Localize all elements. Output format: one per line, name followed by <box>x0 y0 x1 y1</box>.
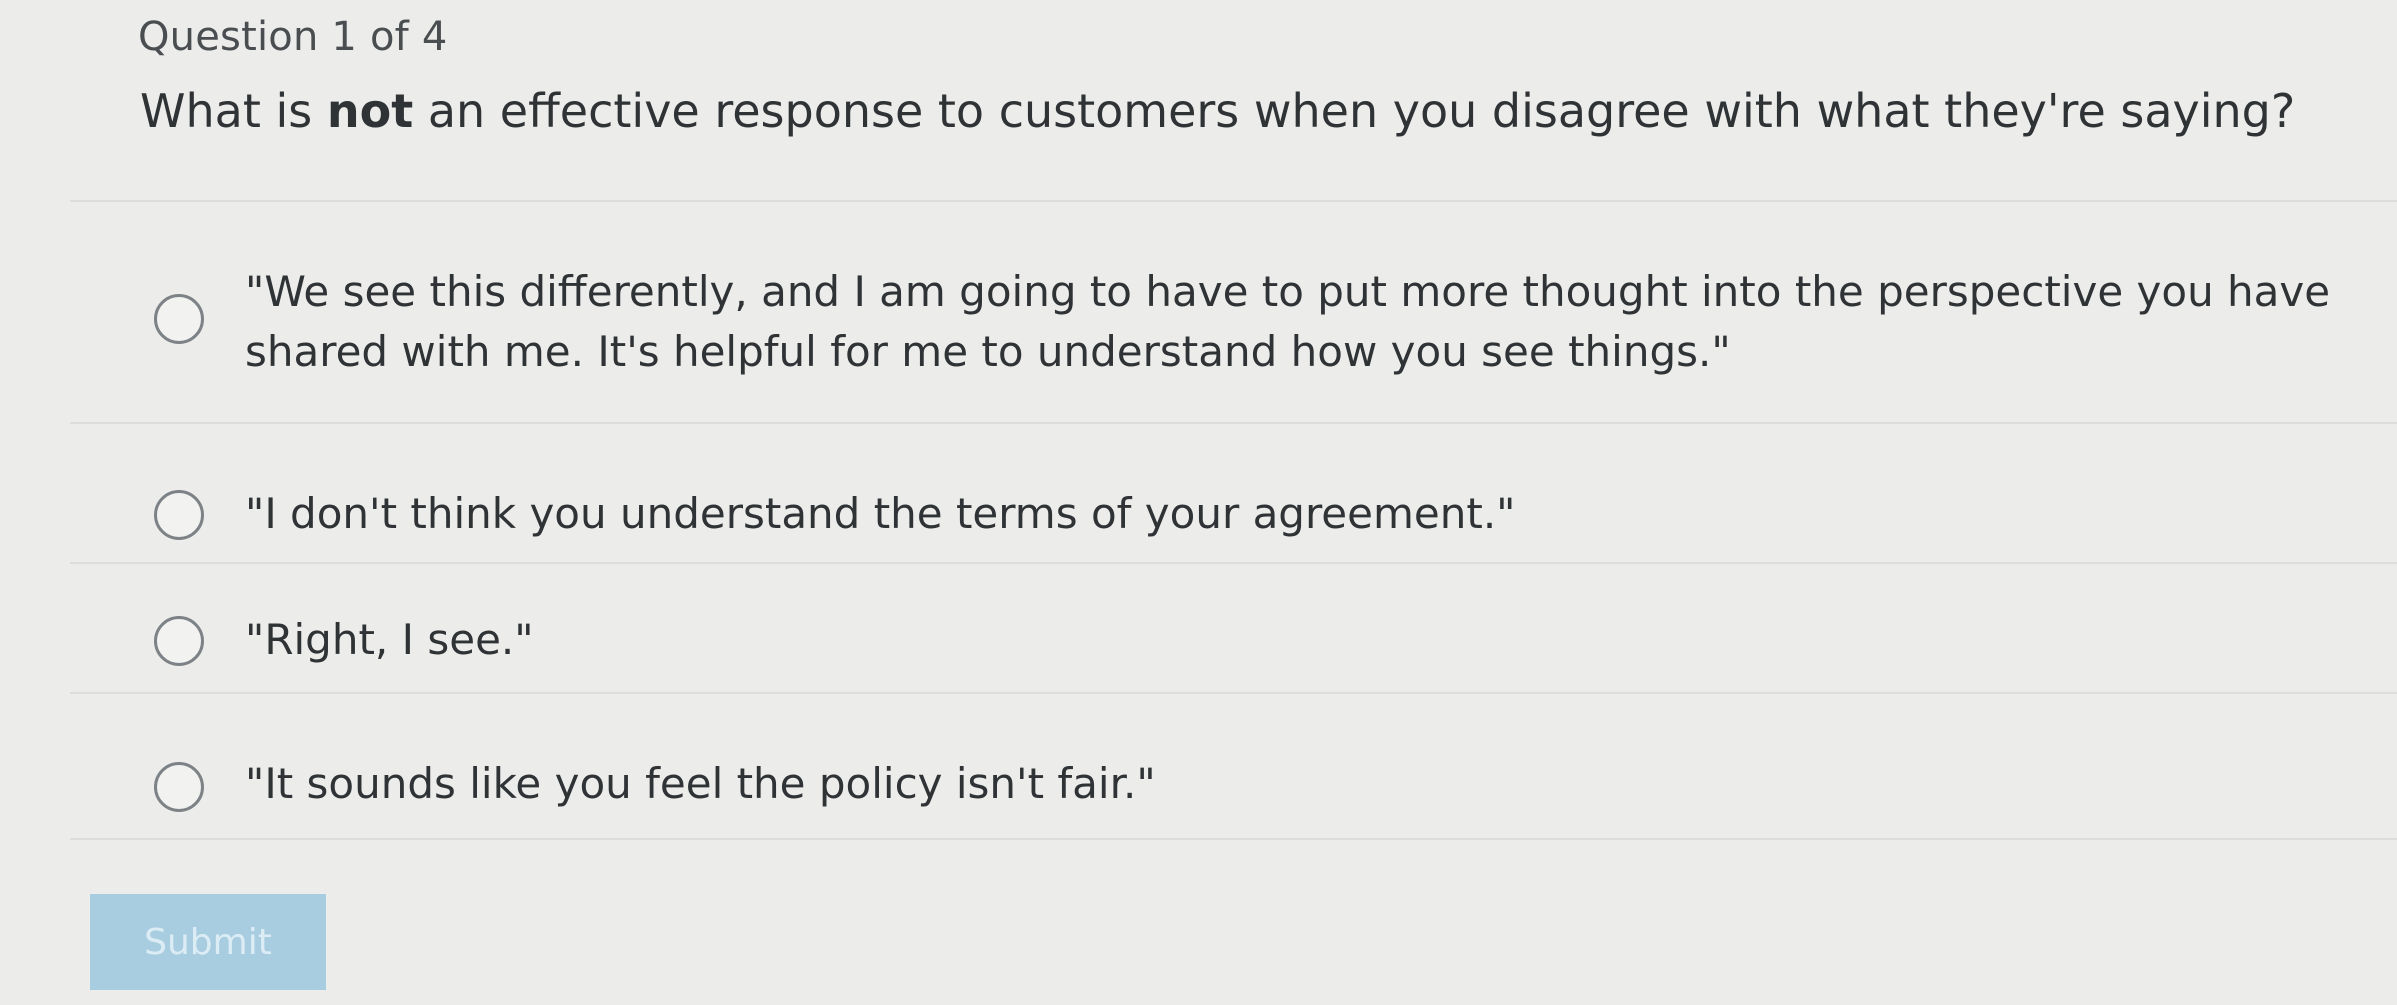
radio-button[interactable] <box>154 490 204 540</box>
question-suffix: an effective response to customers when … <box>413 84 2296 138</box>
answer-option[interactable]: "It sounds like you feel the policy isn'… <box>70 692 2397 840</box>
quiz-panel: Question 1 of 4 What is not an effective… <box>0 0 2397 1005</box>
answer-option[interactable]: "We see this differently, and I am going… <box>70 200 2397 422</box>
answer-option[interactable]: "Right, I see." <box>70 562 2397 692</box>
question-emphasis: not <box>326 84 414 138</box>
radio-button[interactable] <box>154 762 204 812</box>
submit-button[interactable]: Submit <box>90 894 326 990</box>
answer-option-label[interactable]: "It sounds like you feel the policy isn'… <box>245 754 2355 814</box>
answer-options: "We see this differently, and I am going… <box>70 200 2397 840</box>
answer-option-label[interactable]: "We see this differently, and I am going… <box>245 262 2355 382</box>
radio-button[interactable] <box>154 294 204 344</box>
question-counter: Question 1 of 4 <box>138 14 448 60</box>
radio-button[interactable] <box>154 616 204 666</box>
answer-option-label[interactable]: "Right, I see." <box>245 610 2355 670</box>
question-prefix: What is <box>140 84 327 138</box>
question-text: What is not an effective response to cus… <box>140 84 2295 138</box>
answer-option[interactable]: "I don't think you understand the terms … <box>70 422 2397 562</box>
answer-option-label[interactable]: "I don't think you understand the terms … <box>245 484 2355 544</box>
